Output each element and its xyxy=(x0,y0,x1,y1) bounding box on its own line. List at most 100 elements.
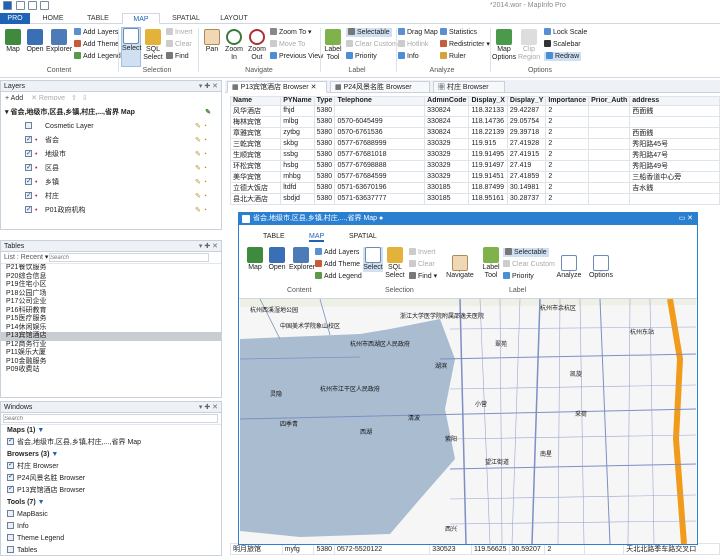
window-checkbox[interactable] xyxy=(7,471,14,483)
table-cell[interactable]: 27.41915 xyxy=(506,148,547,161)
previous-view-button[interactable]: Previous View xyxy=(270,52,323,61)
table-cell[interactable]: 三乾宾馆 xyxy=(230,137,282,150)
table-cell[interactable]: mhbg xyxy=(280,170,315,183)
table-list-item[interactable]: P20综合信息 xyxy=(1,273,221,282)
window-item-tool[interactable]: MapBasic xyxy=(1,509,221,521)
add-theme-button[interactable]: Add Theme xyxy=(74,40,119,49)
map-options-button[interactable]: Map Options xyxy=(492,29,516,62)
mw-selectable-button[interactable]: Selectable xyxy=(503,248,549,257)
tab-table[interactable]: TABLE xyxy=(80,13,116,24)
column-header[interactable]: Prior_Auth xyxy=(588,96,631,106)
table-cell[interactable]: 29.39718 xyxy=(506,126,547,139)
table-cell[interactable]: 30.14981 xyxy=(506,181,547,194)
layer-edit-icon[interactable]: ✎ ◔ xyxy=(195,134,207,148)
move-to-button[interactable]: Move To xyxy=(270,40,305,49)
table-cell[interactable]: 环松宾馆 xyxy=(230,159,282,172)
table-row[interactable]: 风华酒店 fhjd 5380 330824 118.32133 29.42287 2 西面銭 xyxy=(230,104,720,117)
table-cell[interactable]: sbdjd xyxy=(280,192,315,205)
drag-map-button[interactable]: Drag Map xyxy=(398,28,438,37)
map-edit-icon[interactable]: ✎ xyxy=(205,106,211,120)
table-cell[interactable]: 5380 xyxy=(313,104,336,117)
layer-visibility-checkbox[interactable] xyxy=(25,175,32,189)
window-item-browser[interactable]: 村庄 Browser xyxy=(1,459,221,473)
column-header[interactable]: Display_Y xyxy=(506,96,547,106)
table-cell[interactable]: 29.05754 xyxy=(506,115,547,128)
save-icon[interactable] xyxy=(40,1,49,10)
column-header[interactable]: address xyxy=(629,96,720,106)
table-cell[interactable]: 5380 xyxy=(313,148,336,161)
layer-visibility-checkbox[interactable] xyxy=(25,161,32,175)
table-cell[interactable]: 330329 xyxy=(424,159,470,172)
table-cell[interactable]: 美华宾馆 xyxy=(230,170,282,183)
table-cell[interactable]: 县北大酒店 xyxy=(230,192,282,205)
open-button[interactable]: Open xyxy=(24,29,46,54)
maps-header[interactable]: Maps (1) ▼ xyxy=(1,425,221,437)
table-cell[interactable]: 118.14736 xyxy=(468,115,508,128)
table-list-item[interactable]: P21餐饮服务 xyxy=(1,264,221,273)
label-tool-button[interactable]: Label Tool xyxy=(322,29,344,62)
table-cell[interactable]: zytbg xyxy=(280,126,315,139)
table-row[interactable]: 县北大酒店 sbdjd 5380 0571-63637777 330185 118.951… xyxy=(230,192,720,205)
table-cell[interactable]: 0577-67684599 xyxy=(334,170,426,183)
table-cell[interactable]: 0570-6761536 xyxy=(334,126,426,139)
table-cell[interactable]: 27.419 xyxy=(506,159,547,172)
redistricter-button[interactable]: Redistricter ▾ xyxy=(440,40,490,49)
layer-edit-icon[interactable]: ✎ ◔ xyxy=(195,204,207,218)
table-cell[interactable]: 西面銭 xyxy=(629,126,720,139)
column-header[interactable]: Type xyxy=(313,96,336,106)
tab-browser-village[interactable]: ▦ 村庄 Browser xyxy=(433,81,505,93)
window-checkbox[interactable] xyxy=(7,534,14,541)
sql-select-button[interactable]: SQL Select xyxy=(143,29,163,62)
mw-clear-button[interactable]: Clear xyxy=(409,260,435,269)
mw-label-tool-button[interactable]: Label Tool xyxy=(481,247,501,280)
table-cell[interactable]: 5380 xyxy=(313,170,336,183)
zoom-in-button[interactable]: Zoom In xyxy=(223,29,245,62)
table-cell[interactable]: 27.41859 xyxy=(506,170,547,183)
table-cell[interactable]: 330523 xyxy=(429,543,472,555)
table-cell[interactable] xyxy=(583,543,625,555)
table-cell[interactable] xyxy=(588,159,631,172)
table-cell[interactable]: mlbg xyxy=(280,115,315,128)
table-cell[interactable]: 118.22139 xyxy=(468,126,508,139)
table-cell[interactable]: 119.91451 xyxy=(468,170,508,183)
add-legend-button[interactable]: Add Legend xyxy=(74,52,121,61)
map-window-titlebar[interactable]: 省会,地级市,区县,乡镇,村庄,...,省界 Map ● ▭ ✕ xyxy=(239,213,697,225)
panel-controls[interactable]: ▾ ✚ ✕ xyxy=(199,241,218,252)
table-cell[interactable] xyxy=(588,115,631,128)
table-cell[interactable]: 0570-6045499 xyxy=(334,115,426,128)
panel-controls[interactable]: ▾ ✚ ✕ xyxy=(199,81,218,92)
layer-visibility-checkbox[interactable] xyxy=(25,147,32,161)
table-cell[interactable]: 330824 xyxy=(424,104,470,117)
layer-map-root[interactable]: ▾ 省会,地级市,区县,乡镇,村庄,...,省界 Map ✎ xyxy=(1,106,221,120)
add-layer-button[interactable]: + Add xyxy=(5,95,23,102)
layer-row[interactable]: Cosmetic Layer ✎ ◔ xyxy=(1,120,221,134)
table-cell[interactable]: 0577-67681018 xyxy=(334,148,426,161)
table-cell[interactable]: 119.56625 xyxy=(470,543,510,555)
mw-map-button[interactable]: Map xyxy=(245,247,265,272)
table-cell[interactable]: 5380 xyxy=(313,192,336,205)
table-cell[interactable]: 330824 xyxy=(424,126,470,139)
table-cell[interactable]: 5380 xyxy=(313,181,336,194)
zoom-to-button[interactable]: Zoom To ▾ xyxy=(270,28,312,37)
lock-scale-button[interactable]: Lock Scale xyxy=(544,28,587,37)
browsers-header[interactable]: Browsers (3) ▼ xyxy=(1,449,221,461)
mw-invert-button[interactable]: Invert xyxy=(409,248,436,257)
table-cell[interactable]: 330185 xyxy=(424,192,470,205)
remove-layer-button[interactable]: ✕ Remove xyxy=(31,95,65,102)
mw-analyze-button[interactable]: Analyze xyxy=(555,255,583,280)
mw-explorer-button[interactable]: Explorer xyxy=(289,247,315,272)
window-item-map[interactable]: 省会,地级市,区县,乡镇,村庄,...,省界 Map xyxy=(1,435,221,449)
priority-button[interactable]: Priority xyxy=(346,52,377,61)
ruler-button[interactable]: Ruler xyxy=(440,52,466,61)
table-cell[interactable]: 30.59207 xyxy=(508,543,546,555)
table-list-item[interactable]: P10金融服务 xyxy=(1,358,221,367)
table-cell[interactable]: 2 xyxy=(545,181,590,194)
layer-visibility-checkbox[interactable] xyxy=(25,203,32,217)
move-down-icon[interactable]: ⇩ xyxy=(82,95,88,102)
column-header[interactable]: Importance xyxy=(545,96,590,106)
table-cell[interactable]: myfg xyxy=(281,543,315,555)
table-cell[interactable]: 119.91495 xyxy=(468,148,508,161)
window-checkbox[interactable] xyxy=(7,459,14,471)
layer-edit-icon[interactable]: ✎ ◔ xyxy=(195,162,207,176)
table-list-item[interactable]: P15医疗服务 xyxy=(1,315,221,324)
